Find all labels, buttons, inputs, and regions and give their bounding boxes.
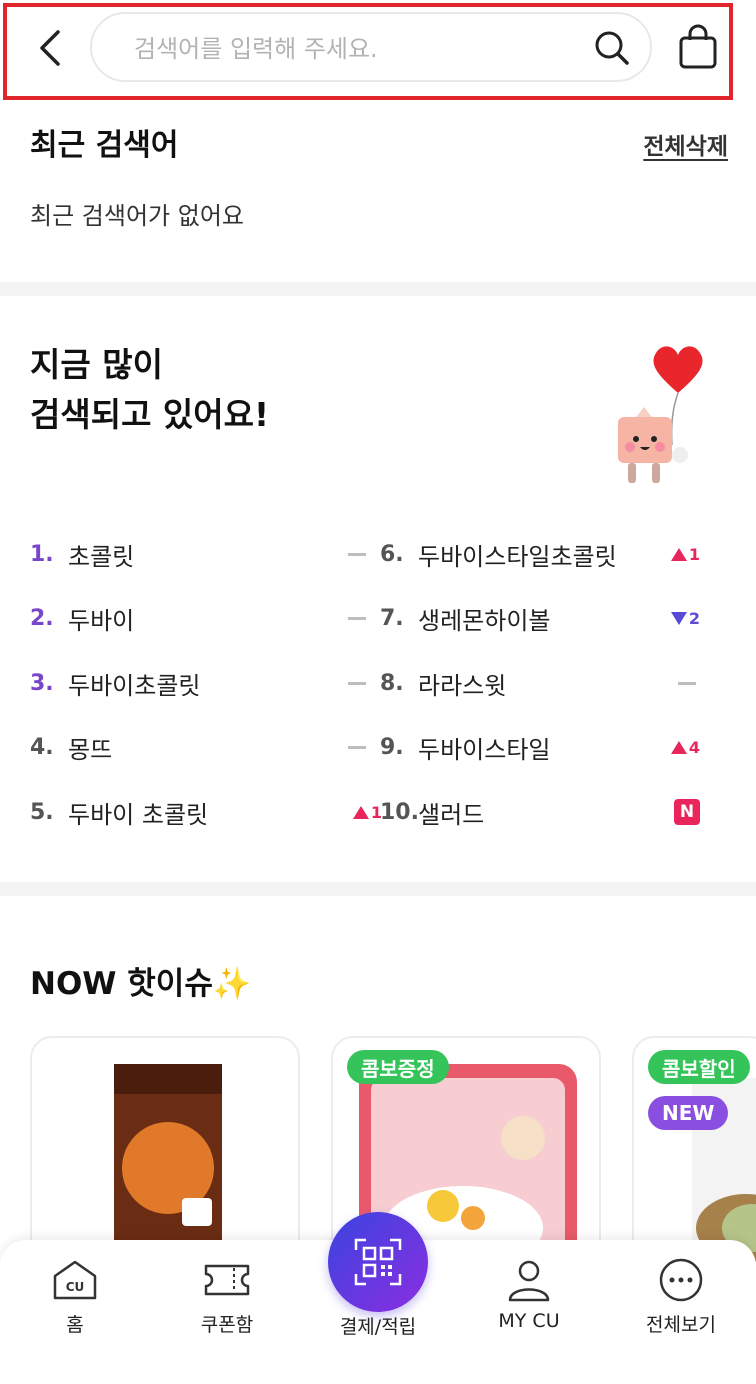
rank-unchanged	[348, 681, 366, 685]
ranking-item[interactable]: 9. 두바이스타일 4	[380, 716, 700, 781]
coupon-icon	[204, 1264, 250, 1296]
nav-more[interactable]: 전체보기	[626, 1258, 736, 1337]
triangle-up-icon	[670, 547, 687, 561]
svg-text:CU: CU	[66, 1280, 85, 1294]
rank-up-indicator: 1	[670, 545, 700, 564]
rank-unchanged	[678, 681, 696, 685]
home-icon: CU	[53, 1260, 97, 1300]
triangle-down-icon	[670, 612, 687, 626]
qr-code-icon	[354, 1238, 402, 1286]
pay-label: 결제/적립	[339, 1316, 417, 1338]
promo-tag: 콤보증정	[347, 1050, 449, 1084]
shopping-bag-icon	[679, 24, 717, 69]
rank-unchanged	[348, 552, 366, 556]
rank-up-indicator: 4	[670, 738, 700, 757]
now-hot-title: NOW 핫이슈✨	[30, 966, 252, 1002]
rank-unchanged	[348, 617, 366, 621]
cart-button[interactable]	[676, 22, 720, 72]
rank-new-indicator: N	[674, 799, 700, 826]
rank-up-indicator: 1	[352, 803, 382, 822]
triangle-up-icon	[352, 805, 369, 819]
nav-coupon[interactable]: 쿠폰함	[172, 1258, 282, 1337]
ranking-item[interactable]: 7. 생레몬하이볼 2	[380, 587, 700, 652]
popular-title: 지금 많이 검색되고 있어요!	[30, 345, 270, 434]
section-divider	[0, 282, 756, 296]
ranking-list-right: 6. 두바이스타일초콜릿 1 7. 생레몬하이볼 2 8. 라라스윗 9. 두바…	[380, 522, 700, 845]
ranking-item[interactable]: 10. 샐러드 N	[380, 780, 700, 845]
recent-searches-title: 최근 검색어	[30, 128, 179, 163]
search-icon	[595, 31, 629, 65]
rank-unchanged	[348, 746, 366, 750]
search-button[interactable]	[592, 28, 632, 68]
ranking-item[interactable]: 3. 두바이초콜릿	[30, 651, 370, 716]
nav-my-cu[interactable]: MY CU	[474, 1258, 584, 1332]
more-icon	[659, 1258, 703, 1302]
triangle-up-icon	[670, 741, 687, 755]
nav-home[interactable]: CU 홈	[20, 1258, 130, 1337]
pay-qr-button[interactable]	[328, 1212, 428, 1312]
mascot-balloon-illustration	[618, 346, 703, 483]
ranking-item[interactable]: 8. 라라스윗	[380, 651, 700, 716]
ranking-list-left: 1. 초콜릿 2. 두바이 3. 두바이초콜릿 4. 몽뜨 5. 두바이 초콜릿…	[30, 522, 382, 845]
search-input[interactable]	[132, 28, 576, 70]
person-icon	[508, 1260, 550, 1302]
search-header	[0, 0, 756, 104]
promo-tag: 콤보할인	[648, 1050, 750, 1084]
ranking-item[interactable]: 2. 두바이	[30, 587, 370, 652]
back-button[interactable]	[30, 26, 70, 70]
new-badge: N	[674, 799, 700, 826]
delete-all-button[interactable]: 전체삭제	[643, 127, 728, 161]
rank-down-indicator: 2	[670, 609, 700, 628]
ranking-item[interactable]: 5. 두바이 초콜릿 1	[30, 780, 382, 845]
ranking-item[interactable]: 1. 초콜릿	[30, 522, 370, 587]
search-bar[interactable]	[90, 12, 652, 82]
new-tag: NEW	[648, 1096, 729, 1130]
recent-empty-message: 최근 검색어가 없어요	[30, 202, 244, 230]
chevron-left-icon	[40, 30, 60, 66]
section-divider	[0, 882, 756, 896]
ranking-item[interactable]: 4. 몽뜨	[30, 716, 370, 781]
ranking-item[interactable]: 6. 두바이스타일초콜릿 1	[380, 522, 700, 587]
